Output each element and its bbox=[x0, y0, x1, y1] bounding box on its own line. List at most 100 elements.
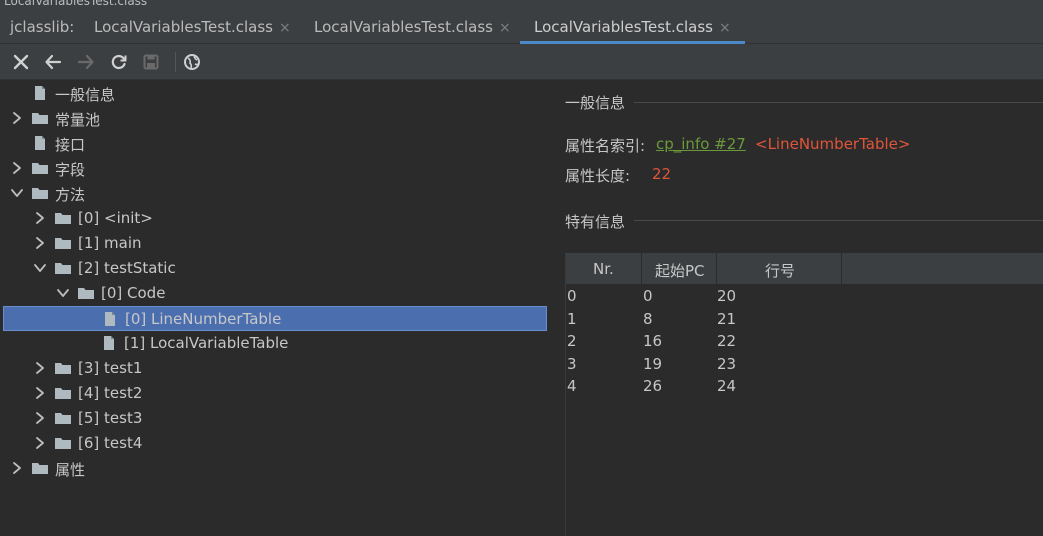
tree-node[interactable]: 常量池 bbox=[0, 106, 548, 131]
table-row[interactable]: 2 16 22 bbox=[566, 331, 1043, 353]
tree-node[interactable]: [3] test1 bbox=[0, 356, 548, 381]
attribute-length-label: 属性长度: bbox=[565, 167, 631, 185]
chevron-right-icon[interactable] bbox=[33, 410, 47, 426]
tree-node-label: [5] test3 bbox=[78, 409, 143, 427]
folder-icon bbox=[54, 210, 72, 226]
folder-icon bbox=[31, 160, 49, 176]
table-row[interactable]: 1 8 21 bbox=[566, 309, 1043, 331]
close-icon[interactable]: × bbox=[719, 20, 731, 36]
tree-node[interactable]: [4] test2 bbox=[0, 381, 548, 406]
tab-label: LocalVariablesTest.class bbox=[534, 18, 713, 36]
tree-node-label: 接口 bbox=[55, 136, 86, 154]
tree-node[interactable]: [6] test4 bbox=[0, 431, 548, 456]
tree-node[interactable]: [1] LocalVariableTable bbox=[0, 331, 548, 356]
web-button[interactable] bbox=[180, 50, 204, 74]
table-cell: 2 bbox=[567, 332, 577, 350]
table-row[interactable]: 4 26 24 bbox=[566, 376, 1043, 398]
folder-icon bbox=[31, 110, 49, 126]
chevron-right-icon[interactable] bbox=[10, 160, 24, 176]
tree-node-label: [4] test2 bbox=[78, 384, 143, 402]
tree-node[interactable]: [2] testStatic bbox=[0, 256, 548, 281]
attribute-length-value: 22 bbox=[652, 165, 672, 183]
chevron-down-icon[interactable] bbox=[10, 185, 24, 201]
table-header: Nr. 起始PC 行号 bbox=[566, 253, 1043, 284]
tree-node[interactable]: [0] <init> bbox=[0, 206, 548, 231]
table-cell: 4 bbox=[567, 377, 577, 395]
file-icon bbox=[31, 135, 49, 151]
back-icon bbox=[45, 54, 62, 70]
folder-icon bbox=[54, 435, 72, 451]
tree-node-label: [0] <init> bbox=[78, 209, 153, 227]
table-cell: 20 bbox=[717, 287, 737, 305]
tree-node-label: 属性 bbox=[55, 461, 86, 479]
reload-button[interactable] bbox=[107, 50, 131, 74]
save-icon bbox=[143, 54, 159, 70]
forward-icon bbox=[77, 54, 94, 70]
chevron-right-icon[interactable] bbox=[33, 235, 47, 251]
tree-node[interactable]: 方法 bbox=[0, 181, 548, 206]
tab-bar-prefix: jclasslib: bbox=[10, 18, 75, 36]
folder-icon bbox=[54, 235, 72, 251]
toolbar-separator bbox=[175, 52, 176, 72]
table-cell: 0 bbox=[567, 287, 577, 305]
column-header-line-number[interactable]: 行号 bbox=[717, 253, 842, 284]
folder-icon bbox=[54, 410, 72, 426]
tab-bar: jclasslib: LocalVariablesTest.class × Loc… bbox=[0, 10, 1043, 44]
tree-node-label: 字段 bbox=[55, 161, 86, 179]
attribute-name-index-label: 属性名索引: bbox=[565, 137, 646, 155]
tree-node[interactable]: 字段 bbox=[0, 156, 548, 181]
general-info-title: 一般信息 bbox=[565, 94, 626, 112]
chevron-right-icon[interactable] bbox=[33, 210, 47, 226]
tree-node[interactable]: [1] main bbox=[0, 231, 548, 256]
tree-node[interactable]: [0] Code bbox=[0, 281, 548, 306]
table-cell: 26 bbox=[643, 377, 663, 395]
back-button[interactable] bbox=[41, 50, 65, 74]
web-icon bbox=[184, 54, 200, 70]
cp-info-link[interactable]: cp_info #27 bbox=[656, 135, 746, 153]
tree-node[interactable]: [5] test3 bbox=[0, 406, 548, 431]
file-icon bbox=[31, 85, 49, 101]
chevron-right-icon[interactable] bbox=[33, 360, 47, 376]
tree-node-label: [1] main bbox=[78, 234, 142, 252]
column-header-nr[interactable]: Nr. bbox=[566, 253, 642, 284]
table-cell: 24 bbox=[717, 377, 737, 395]
chevron-right-icon[interactable] bbox=[10, 460, 24, 476]
tree-node-label: 一般信息 bbox=[55, 86, 116, 104]
tree-node[interactable]: [0] LineNumberTable bbox=[3, 306, 547, 331]
tree-node[interactable]: 属性 bbox=[0, 456, 548, 481]
save-button[interactable] bbox=[139, 50, 163, 74]
attribute-name-value: <LineNumberTable> bbox=[755, 135, 911, 153]
chevron-right-icon[interactable] bbox=[10, 110, 24, 126]
chevron-right-icon[interactable] bbox=[33, 435, 47, 451]
tree-node-label: [0] Code bbox=[101, 284, 166, 302]
file-icon bbox=[101, 311, 119, 327]
table-cell: 22 bbox=[717, 332, 737, 350]
folder-icon bbox=[31, 185, 49, 201]
folder-icon bbox=[54, 385, 72, 401]
chevron-right-icon[interactable] bbox=[33, 385, 47, 401]
tab-local-variables-test-3[interactable]: LocalVariablesTest.class × bbox=[520, 10, 745, 44]
close-icon[interactable]: × bbox=[279, 20, 291, 36]
table-row[interactable]: 3 19 23 bbox=[566, 354, 1043, 376]
toolbar bbox=[0, 44, 1043, 80]
tab-local-variables-test-1[interactable]: LocalVariablesTest.class × bbox=[94, 10, 291, 44]
folder-icon bbox=[54, 260, 72, 276]
chevron-down-icon[interactable] bbox=[56, 285, 70, 301]
tab-local-variables-test-2[interactable]: LocalVariablesTest.class × bbox=[314, 10, 511, 44]
table-row[interactable]: 0 0 20 bbox=[566, 286, 1043, 308]
table-cell: 16 bbox=[643, 332, 663, 350]
specific-info-title: 特有信息 bbox=[565, 213, 626, 231]
table-cell: 1 bbox=[567, 309, 577, 328]
close-button[interactable] bbox=[9, 50, 33, 74]
forward-button[interactable] bbox=[74, 50, 98, 74]
file-icon bbox=[100, 335, 118, 351]
tab-label: LocalVariablesTest.class bbox=[94, 18, 273, 36]
tree-node[interactable]: 接口 bbox=[0, 131, 548, 156]
chevron-down-icon[interactable] bbox=[33, 260, 47, 276]
tree-node[interactable]: 一般信息 bbox=[0, 81, 548, 106]
column-header-start-pc[interactable]: 起始PC bbox=[642, 253, 717, 284]
close-icon[interactable]: × bbox=[499, 20, 511, 36]
tree-node-label: [1] LocalVariableTable bbox=[124, 334, 289, 352]
tree-node-label: [3] test1 bbox=[78, 359, 143, 377]
table-cell: 19 bbox=[643, 354, 663, 373]
